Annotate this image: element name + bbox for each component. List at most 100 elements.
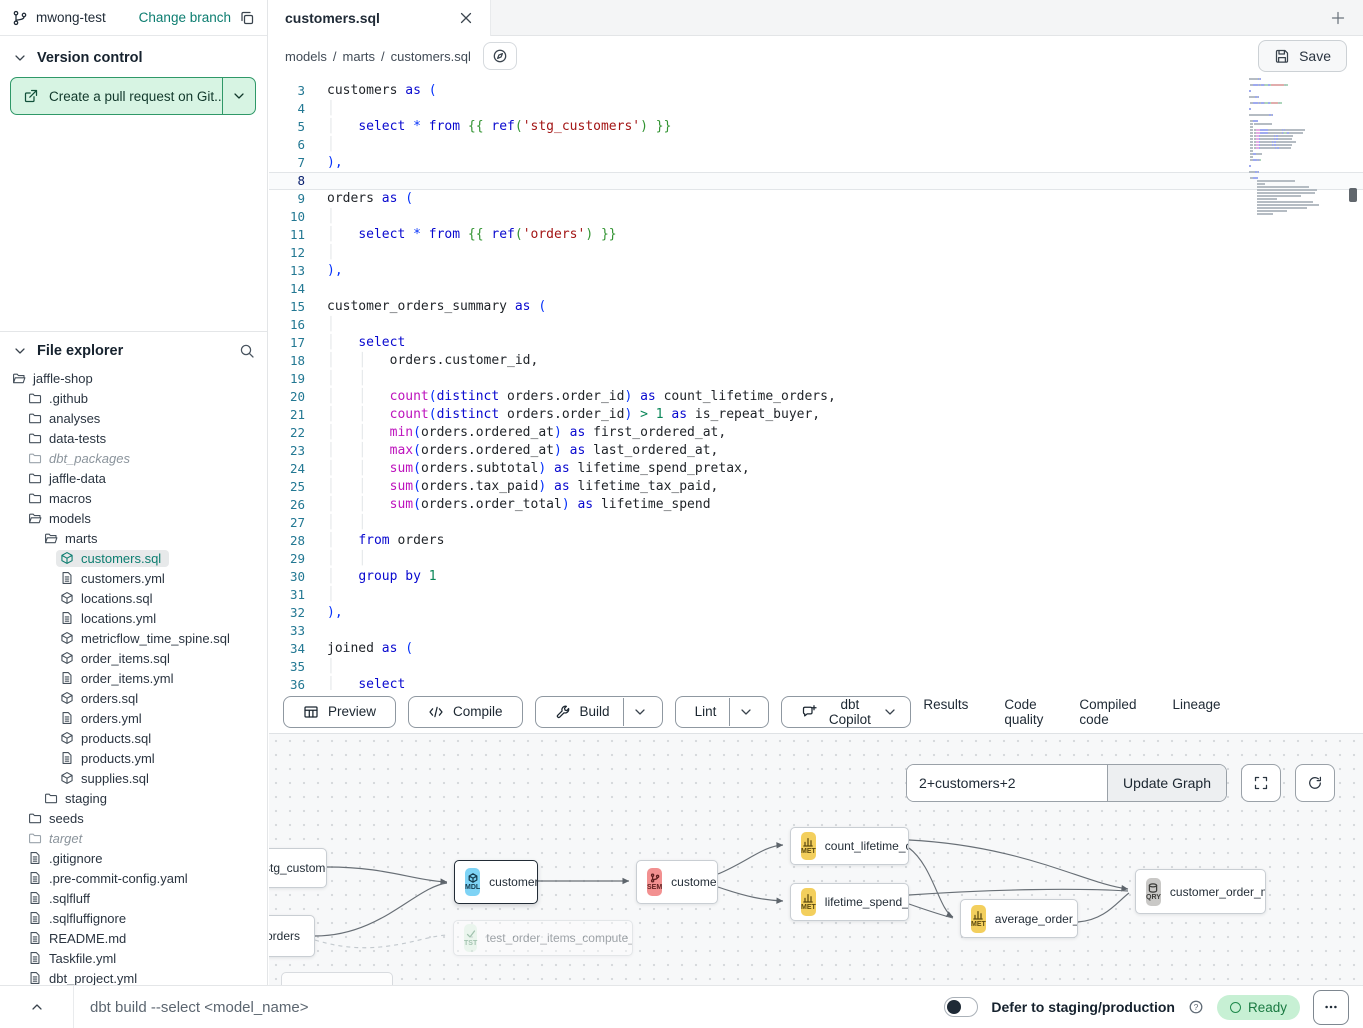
tree-item--sqlfluff[interactable]: .sqlfluff	[0, 888, 267, 908]
tab-compiled-code[interactable]: Compiled code	[1079, 693, 1136, 731]
lineage-node-customers-model[interactable]: MDLcustomers	[454, 860, 538, 904]
copy-icon[interactable]	[239, 10, 255, 26]
tree-item--pre-commit-config-yaml[interactable]: .pre-commit-config.yaml	[0, 868, 267, 888]
refresh-button[interactable]	[1295, 764, 1335, 802]
tree-item-readme-md[interactable]: README.md	[0, 928, 267, 948]
tree-item-order-items-yml[interactable]: order_items.yml	[0, 668, 267, 688]
tree-item--sqlfluffignore[interactable]: .sqlfluffignore	[0, 908, 267, 928]
tree-item-dbt-project-yml[interactable]: dbt_project.yml	[0, 968, 267, 985]
tree-item-supplies-sql[interactable]: supplies.sql	[0, 768, 267, 788]
code-line-27[interactable]: 27│ │	[269, 514, 1363, 532]
code-line-25[interactable]: 25│ │ sum(orders.tax_paid) as lifetime_t…	[269, 478, 1363, 496]
build-dropdown[interactable]	[623, 698, 656, 726]
code-line-16[interactable]: 16│	[269, 316, 1363, 334]
command-input[interactable]: dbt build --select <model_name>	[74, 999, 308, 1016]
breadcrumb-file[interactable]: customers.sql	[391, 49, 471, 64]
lineage-node-orders[interactable]: orders	[269, 915, 315, 957]
code-editor[interactable]: 3customers as (4│5│ select * from {{ ref…	[269, 76, 1363, 690]
lineage-node-average_order_value[interactable]: METaverage_order_value	[960, 899, 1078, 938]
tree-item-analyses[interactable]: analyses	[0, 408, 267, 428]
dbt-copilot-button[interactable]: dbt Copilot	[781, 696, 911, 728]
tree-item-orders-yml[interactable]: orders.yml	[0, 708, 267, 728]
code-line-18[interactable]: 18│ │ orders.customer_id,	[269, 352, 1363, 370]
lineage-panel[interactable]: Update Graph stg_customersorders MDLcusto…	[269, 734, 1363, 985]
code-line-4[interactable]: 4│	[269, 100, 1363, 118]
code-line-33[interactable]: 33	[269, 622, 1363, 640]
code-line-21[interactable]: 21│ │ count(distinct orders.order_id) > …	[269, 406, 1363, 424]
tree-item-metricflow-time-spine-sql[interactable]: metricflow_time_spine.sql	[0, 628, 267, 648]
breadcrumb-marts[interactable]: marts	[343, 49, 376, 64]
code-line-5[interactable]: 5│ select * from {{ ref('stg_customers')…	[269, 118, 1363, 136]
scrollbar-thumb[interactable]	[1349, 188, 1357, 202]
tree-item-products-sql[interactable]: products.sql	[0, 728, 267, 748]
tree-item-order-items-sql[interactable]: order_items.sql	[0, 648, 267, 668]
code-line-10[interactable]: 10│	[269, 208, 1363, 226]
tree-item--github[interactable]: .github	[0, 388, 267, 408]
copilot-compass-button[interactable]	[483, 42, 517, 70]
code-line-29[interactable]: 29│ │	[269, 550, 1363, 568]
help-icon[interactable]: ?	[1188, 999, 1204, 1015]
update-graph-button[interactable]: Update Graph	[1107, 765, 1226, 801]
code-line-36[interactable]: 36│ select	[269, 676, 1363, 690]
code-line-32[interactable]: 32),	[269, 604, 1363, 622]
expand-command-bar-button[interactable]	[0, 986, 74, 1028]
code-line-13[interactable]: 13),	[269, 262, 1363, 280]
lineage-node-stg_customers[interactable]: stg_customers	[269, 848, 327, 888]
code-line-23[interactable]: 23│ │ max(orders.ordered_at) as last_ord…	[269, 442, 1363, 460]
minimap[interactable]	[1249, 78, 1341, 216]
code-line-3[interactable]: 3customers as (	[269, 82, 1363, 100]
search-icon[interactable]	[239, 343, 255, 359]
code-line-20[interactable]: 20│ │ count(distinct orders.order_id) as…	[269, 388, 1363, 406]
lint-button[interactable]: Lint	[675, 696, 770, 728]
tree-item-customers-sql[interactable]: customers.sql	[0, 548, 267, 568]
code-line-31[interactable]: 31│	[269, 586, 1363, 604]
version-control-header[interactable]: Version control	[0, 36, 267, 77]
code-line-28[interactable]: 28│ from orders	[269, 532, 1363, 550]
tree-item-target[interactable]: target	[0, 828, 267, 848]
tree-item-customers-yml[interactable]: customers.yml	[0, 568, 267, 588]
lineage-node-lifetime_spend_pretax[interactable]: METlifetime_spend_pretax	[790, 883, 909, 921]
save-button[interactable]: Save	[1258, 40, 1347, 72]
tree-item-locations-yml[interactable]: locations.yml	[0, 608, 267, 628]
code-line-9[interactable]: 9orders as (	[269, 190, 1363, 208]
build-button[interactable]: Build	[535, 696, 663, 728]
create-pr-button[interactable]: Create a pull request on Git...	[10, 77, 256, 115]
defer-toggle[interactable]	[944, 997, 978, 1017]
code-line-19[interactable]: 19│ │	[269, 370, 1363, 388]
tree-item-locations-sql[interactable]: locations.sql	[0, 588, 267, 608]
tree-item-products-yml[interactable]: products.yml	[0, 748, 267, 768]
create-pr-dropdown[interactable]	[222, 78, 255, 114]
lineage-selector-input[interactable]	[907, 765, 1107, 801]
preview-button[interactable]: Preview	[283, 696, 396, 728]
code-line-24[interactable]: 24│ │ sum(orders.subtotal) as lifetime_s…	[269, 460, 1363, 478]
tab-lineage[interactable]: Lineage	[1172, 693, 1220, 731]
tab-customers-sql[interactable]: customers.sql	[269, 0, 491, 36]
code-line-35[interactable]: 35│	[269, 658, 1363, 676]
lineage-node-customer_order_metrics[interactable]: QRYcustomer_order_metrics	[1135, 869, 1266, 914]
code-line-34[interactable]: 34joined as (	[269, 640, 1363, 658]
dbt-copilot-dropdown[interactable]	[879, 698, 904, 726]
lineage-node-test-node[interactable]: TSTtest_order_items_compute_to_bools...	[453, 920, 633, 956]
tree-item-marts[interactable]: marts	[0, 528, 267, 548]
tree-item-jaffle-shop[interactable]: jaffle-shop	[0, 368, 267, 388]
code-line-17[interactable]: 17│ select	[269, 334, 1363, 352]
code-line-12[interactable]: 12│	[269, 244, 1363, 262]
tree-item-staging[interactable]: staging	[0, 788, 267, 808]
tree-item-data-tests[interactable]: data-tests	[0, 428, 267, 448]
code-line-8[interactable]: 8	[269, 172, 1363, 190]
tree-item-dbt-packages[interactable]: dbt_packages	[0, 448, 267, 468]
code-line-30[interactable]: 30│ group by 1	[269, 568, 1363, 586]
file-explorer-header[interactable]: File explorer	[0, 332, 267, 368]
tree-item-jaffle-data[interactable]: jaffle-data	[0, 468, 267, 488]
code-line-7[interactable]: 7),	[269, 154, 1363, 172]
tree-item-seeds[interactable]: seeds	[0, 808, 267, 828]
new-tab-button[interactable]	[1313, 0, 1363, 35]
tree-item-models[interactable]: models	[0, 508, 267, 528]
compile-button[interactable]: Compile	[408, 696, 523, 728]
code-line-14[interactable]: 14	[269, 280, 1363, 298]
tree-item-orders-sql[interactable]: orders.sql	[0, 688, 267, 708]
lint-dropdown[interactable]	[729, 698, 762, 726]
close-icon[interactable]	[458, 10, 474, 26]
tree-item-taskfile-yml[interactable]: Taskfile.yml	[0, 948, 267, 968]
tab-results[interactable]: Results	[923, 693, 968, 731]
